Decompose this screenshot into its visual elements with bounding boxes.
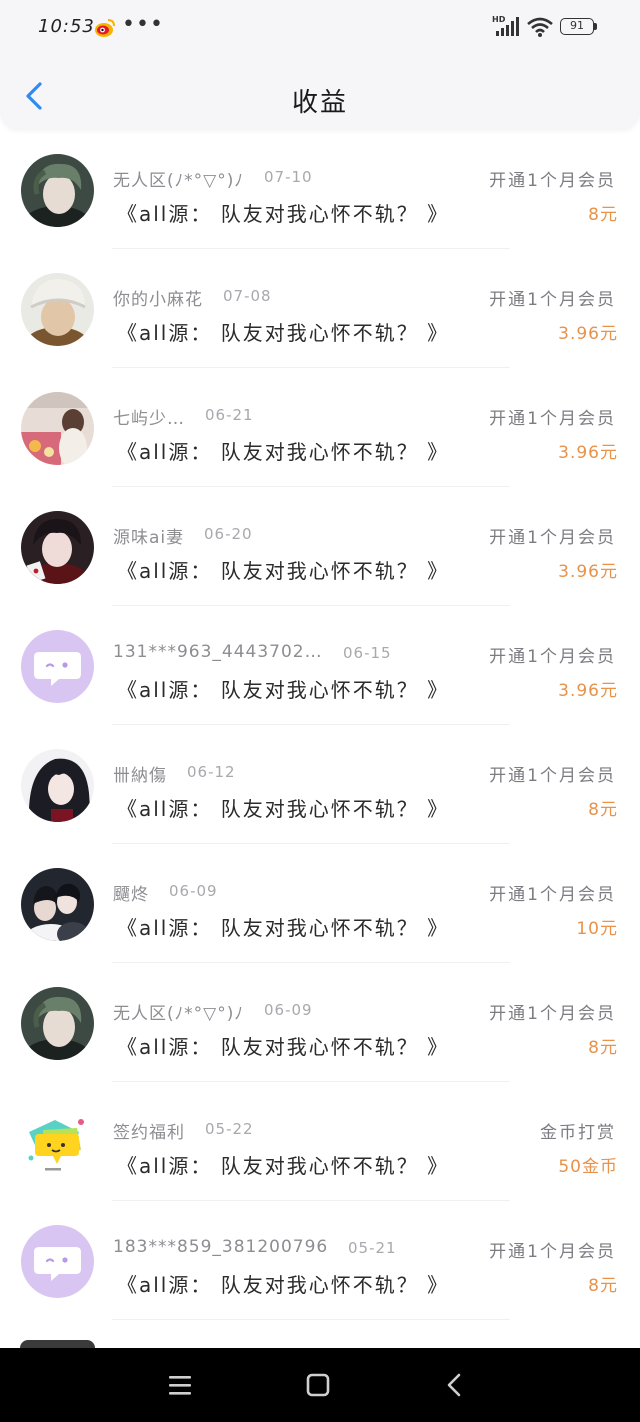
book-title: 《all源： 队友对我心怀不轨？ 》 — [117, 1273, 450, 1297]
user-name: 飅炵 — [113, 885, 149, 905]
nav-back-icon[interactable] — [439, 1368, 473, 1402]
record-date: 06-09 — [169, 882, 218, 900]
earnings-list: 无人区(ﾉ*°▽°)ﾉ 07-10 《all源： 队友对我心怀不轨？ 》 开通1… — [0, 130, 640, 1320]
earning-type: 开通1个月会员 — [489, 766, 616, 786]
list-item[interactable]: 飅炵 06-09 《all源： 队友对我心怀不轨？ 》 开通1个月会员 10元 — [0, 844, 640, 963]
home-icon[interactable] — [301, 1368, 335, 1402]
earning-type: 开通1个月会员 — [489, 171, 616, 191]
record-date: 07-08 — [223, 287, 272, 305]
list-item[interactable]: 无人区(ﾉ*°▽°)ﾉ 07-10 《all源： 队友对我心怀不轨？ 》 开通1… — [0, 130, 640, 249]
user-name: 无人区(ﾉ*°▽°)ﾉ — [113, 1004, 244, 1024]
book-title: 《all源： 队友对我心怀不轨？ 》 — [117, 321, 450, 345]
avatar[interactable] — [21, 868, 94, 941]
book-title: 《all源： 队友对我心怀不轨？ 》 — [117, 440, 450, 464]
list-item[interactable]: 183***859_381200796 05-21 《all源： 队友对我心怀不… — [0, 1201, 640, 1320]
earning-amount: 8元 — [588, 1276, 618, 1296]
svg-text:HD: HD — [492, 15, 506, 24]
earning-type: 开通1个月会员 — [489, 409, 616, 429]
notification-dots: ••• — [122, 12, 164, 37]
earning-amount: 8元 — [588, 1038, 618, 1058]
avatar[interactable] — [21, 392, 94, 465]
system-nav-bar — [0, 1348, 640, 1422]
record-date: 05-21 — [348, 1239, 397, 1257]
record-date: 06-12 — [187, 763, 236, 781]
earning-type: 开通1个月会员 — [489, 528, 616, 548]
list-item[interactable]: 七屿少… 06-21 《all源： 队友对我心怀不轨？ 》 开通1个月会员 3.… — [0, 368, 640, 487]
avatar[interactable] — [21, 154, 94, 227]
record-date: 06-15 — [343, 644, 392, 662]
list-item[interactable]: 卌納傷 06-12 《all源： 队友对我心怀不轨？ 》 开通1个月会员 8元 — [0, 725, 640, 844]
list-item[interactable]: 签约福利 05-22 《all源： 队友对我心怀不轨？ 》 金币打赏 50金币 — [0, 1082, 640, 1201]
earning-type: 金币打赏 — [540, 1123, 616, 1143]
earning-amount: 8元 — [588, 205, 618, 225]
record-date: 06-09 — [264, 1001, 313, 1019]
avatar[interactable] — [21, 1225, 94, 1298]
book-title: 《all源： 队友对我心怀不轨？ 》 — [117, 202, 450, 226]
user-name: 七屿少… — [113, 409, 185, 429]
record-date: 07-10 — [264, 168, 313, 186]
book-title: 《all源： 队友对我心怀不轨？ 》 — [117, 1154, 450, 1178]
list-item[interactable]: 131***963_4443702… 06-15 《all源： 队友对我心怀不轨… — [0, 606, 640, 725]
status-time: 10:53 — [38, 16, 95, 37]
wifi-icon — [527, 17, 553, 37]
signal-icon: HD — [492, 15, 519, 36]
earning-amount: 10元 — [576, 919, 618, 939]
user-name: 183***859_381200796 — [113, 1237, 329, 1257]
menu-icon[interactable] — [163, 1368, 197, 1402]
earning-type: 开通1个月会员 — [489, 290, 616, 310]
weibo-icon — [95, 19, 115, 37]
record-date: 06-20 — [204, 525, 253, 543]
earning-type: 开通1个月会员 — [489, 885, 616, 905]
book-title: 《all源： 队友对我心怀不轨？ 》 — [117, 678, 450, 702]
book-title: 《all源： 队友对我心怀不轨？ 》 — [117, 797, 450, 821]
book-title: 《all源： 队友对我心怀不轨？ 》 — [117, 916, 450, 940]
book-title: 《all源： 队友对我心怀不轨？ 》 — [117, 559, 450, 583]
battery-icon: 91 — [560, 18, 600, 38]
earning-amount: 8元 — [588, 800, 618, 820]
user-name: 无人区(ﾉ*°▽°)ﾉ — [113, 171, 244, 191]
battery-level: 91 — [570, 19, 584, 32]
avatar[interactable] — [21, 987, 94, 1060]
header: 收益 — [0, 56, 640, 130]
user-name: 卌納傷 — [113, 766, 167, 786]
earning-type: 开通1个月会员 — [489, 1242, 616, 1262]
avatar[interactable] — [21, 630, 94, 703]
list-item[interactable]: 你的小麻花 07-08 《all源： 队友对我心怀不轨？ 》 开通1个月会员 3… — [0, 249, 640, 368]
avatar[interactable] — [21, 273, 94, 346]
avatar[interactable] — [21, 749, 94, 822]
user-name: 你的小麻花 — [113, 290, 203, 310]
avatar[interactable] — [21, 511, 94, 584]
book-title: 《all源： 队友对我心怀不轨？ 》 — [117, 1035, 450, 1059]
user-name: 源味ai妻 — [113, 528, 185, 548]
avatar[interactable] — [21, 1106, 94, 1179]
earning-type: 开通1个月会员 — [489, 647, 616, 667]
earning-type: 开通1个月会员 — [489, 1004, 616, 1024]
earning-amount: 3.96元 — [558, 443, 618, 463]
status-bar: 10:53 ••• HD 91 — [0, 0, 640, 56]
user-name: 131***963_4443702… — [113, 642, 323, 662]
earning-amount: 3.96元 — [558, 562, 618, 582]
divider — [112, 1319, 510, 1320]
record-date: 05-22 — [205, 1120, 254, 1138]
list-item[interactable]: 无人区(ﾉ*°▽°)ﾉ 06-09 《all源： 队友对我心怀不轨？ 》 开通1… — [0, 963, 640, 1082]
earning-amount: 3.96元 — [558, 324, 618, 344]
list-item[interactable]: 源味ai妻 06-20 《all源： 队友对我心怀不轨？ 》 开通1个月会员 3… — [0, 487, 640, 606]
page-title: 收益 — [291, 88, 348, 118]
earning-amount: 50金币 — [558, 1157, 618, 1177]
next-avatar-peek — [20, 1340, 95, 1348]
earning-amount: 3.96元 — [558, 681, 618, 701]
record-date: 06-21 — [205, 406, 254, 424]
user-name: 签约福利 — [113, 1123, 185, 1143]
